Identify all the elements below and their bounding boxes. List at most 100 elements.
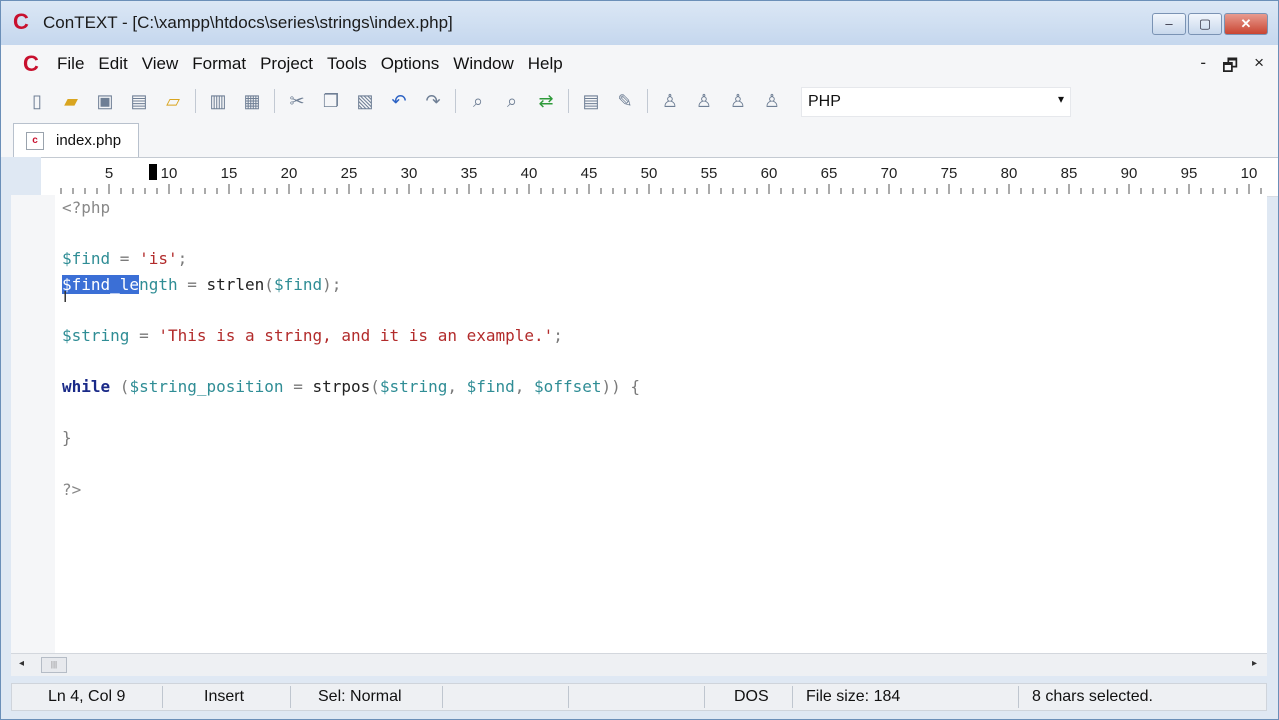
- code-token: strlen: [206, 274, 265, 294]
- context-app-icon: C: [13, 9, 29, 34]
- menu-format[interactable]: Format: [192, 54, 246, 74]
- language-select[interactable]: PHP ▾: [801, 87, 1071, 117]
- print-preview-icon[interactable]: ▦: [240, 89, 264, 113]
- code-token: 'This is a string, and it is an example.…: [158, 325, 554, 345]
- insert-mode: Insert: [204, 688, 245, 705]
- status-divider: [442, 686, 443, 708]
- scroll-left-icon[interactable]: ◂: [19, 658, 24, 669]
- user-1-icon[interactable]: ♙: [658, 89, 682, 113]
- paste-icon[interactable]: ▧: [353, 89, 377, 113]
- toolbar-separator: [274, 89, 275, 113]
- code-token: ,: [514, 377, 535, 397]
- ruler-label: 80: [1001, 165, 1018, 182]
- menu-options[interactable]: Options: [381, 54, 440, 74]
- code-token: =: [283, 377, 313, 397]
- mdi-close-button[interactable]: ×: [1254, 53, 1264, 82]
- app-window: C ConTEXT - [C:\xampp\htdocs\series\stri…: [0, 0, 1279, 720]
- ruler-label: 35: [461, 165, 478, 182]
- menu-view[interactable]: View: [142, 54, 179, 74]
- user-3-icon[interactable]: ♙: [726, 89, 750, 113]
- code-token: ;: [553, 325, 563, 345]
- code-token: }: [62, 428, 72, 448]
- scroll-thumb[interactable]: |||: [41, 657, 67, 673]
- ruler-label: 90: [1121, 165, 1138, 182]
- undo-icon[interactable]: ↶: [387, 89, 411, 113]
- tools-icon[interactable]: ✎: [613, 89, 637, 113]
- code-token: ;: [177, 249, 188, 269]
- menu-edit[interactable]: Edit: [98, 54, 127, 74]
- ruler-label: 20: [281, 165, 298, 182]
- status-divider: [792, 686, 793, 708]
- column-ruler: 5 10 15 20 25 30 35 40 45 50 55 60 65 70 75 80 85 90 95 10: [41, 157, 1278, 197]
- code-token: <?php: [62, 198, 111, 217]
- line-gutter: [11, 195, 56, 653]
- new-file-icon[interactable]: ▯: [25, 89, 49, 113]
- open-folder-icon[interactable]: ▰: [59, 89, 83, 113]
- menu-file[interactable]: File: [57, 54, 84, 74]
- copy-icon[interactable]: ❐: [319, 89, 343, 113]
- line-endings: DOS: [734, 688, 769, 705]
- title-bar: C ConTEXT - [C:\xampp\htdocs\series\stri…: [1, 1, 1278, 45]
- menu-tools[interactable]: Tools: [327, 54, 367, 74]
- toolbar-buttons: ▯ ▰ ▣ ▤ ▱ ▥ ▦ ✂ ❐ ▧ ↶ ↷ ⌕ ⌕ ⇄ ▤ ✎ ♙ ♙ ♙ …: [25, 89, 794, 113]
- menu-help[interactable]: Help: [528, 54, 563, 74]
- code-token: (: [110, 377, 130, 397]
- user-2-icon[interactable]: ♙: [692, 89, 716, 113]
- tab-index-php[interactable]: c index.php: [13, 123, 139, 157]
- code-token: ,: [447, 377, 467, 397]
- save-icon[interactable]: ▣: [93, 89, 117, 113]
- file-size: File size: 184: [806, 688, 901, 705]
- ruler-label: 10: [161, 165, 178, 182]
- scroll-right-icon[interactable]: ▸: [1252, 658, 1257, 669]
- ruler-label: 50: [641, 165, 658, 182]
- replace-icon[interactable]: ⇄: [534, 89, 558, 113]
- mdi-controls: - 🗗 ×: [1184, 53, 1264, 82]
- cut-icon[interactable]: ✂: [285, 89, 309, 113]
- chevron-down-icon[interactable]: ▾: [1058, 92, 1064, 106]
- toolbar-separator: [647, 89, 648, 113]
- redo-icon[interactable]: ↷: [421, 89, 445, 113]
- open-project-icon[interactable]: ▱: [161, 89, 185, 113]
- ruler-label: 45: [581, 165, 598, 182]
- mdi-restore-button[interactable]: 🗗: [1222, 53, 1238, 82]
- close-button[interactable]: ✕: [1224, 13, 1268, 35]
- save-all-icon[interactable]: ▤: [127, 89, 151, 113]
- code-token: $find: [466, 377, 515, 397]
- code-line: $find = 'is';: [62, 246, 640, 272]
- menu-project[interactable]: Project: [260, 54, 313, 74]
- code-token: ?>: [62, 479, 82, 499]
- document-logo-icon[interactable]: C: [23, 51, 39, 77]
- maximize-button[interactable]: ▢: [1188, 13, 1222, 35]
- text-cursor-icon: I: [63, 289, 68, 306]
- code-line: while ($string_position = strpos($string…: [62, 374, 640, 400]
- status-divider: [290, 686, 291, 708]
- minimize-button[interactable]: ‒: [1152, 13, 1186, 35]
- horizontal-scrollbar[interactable]: ◂ ||| ▸: [11, 653, 1267, 676]
- document-icon[interactable]: ▤: [579, 89, 603, 113]
- find-next-icon[interactable]: ⌕: [500, 89, 524, 113]
- tab-label: index.php: [56, 132, 122, 149]
- menu-bar: C File Edit View Format Project Tools Options W…: [1, 45, 1278, 83]
- toolbar: ▯ ▰ ▣ ▤ ▱ ▥ ▦ ✂ ❐ ▧ ↶ ↷ ⌕ ⌕ ⇄ ▤ ✎ ♙ ♙ ♙ …: [1, 83, 1278, 121]
- selection-count: 8 chars selected.: [1032, 688, 1153, 705]
- menu-window[interactable]: Window: [453, 54, 513, 74]
- ruler-label: 30: [401, 165, 418, 182]
- window-controls: ‒ ▢ ✕: [1150, 13, 1268, 35]
- tab-bar: c index.php: [1, 121, 1278, 157]
- status-divider: [568, 686, 569, 708]
- print-icon[interactable]: ▥: [206, 89, 230, 113]
- code-token: $find: [62, 249, 111, 269]
- user-4-icon[interactable]: ♙: [760, 89, 784, 113]
- cursor-position: Ln 4, Col 9: [48, 688, 126, 705]
- code-token: =: [177, 274, 207, 294]
- code-editor[interactable]: <?php $find = 'is'; $find_length = strlen…: [55, 195, 1267, 653]
- status-divider: [704, 686, 705, 708]
- code-line: $string = 'This is a string, and it is a…: [62, 323, 640, 349]
- find-icon[interactable]: ⌕: [466, 89, 490, 113]
- status-divider: [1018, 686, 1019, 708]
- mdi-minimize-button[interactable]: -: [1200, 53, 1206, 82]
